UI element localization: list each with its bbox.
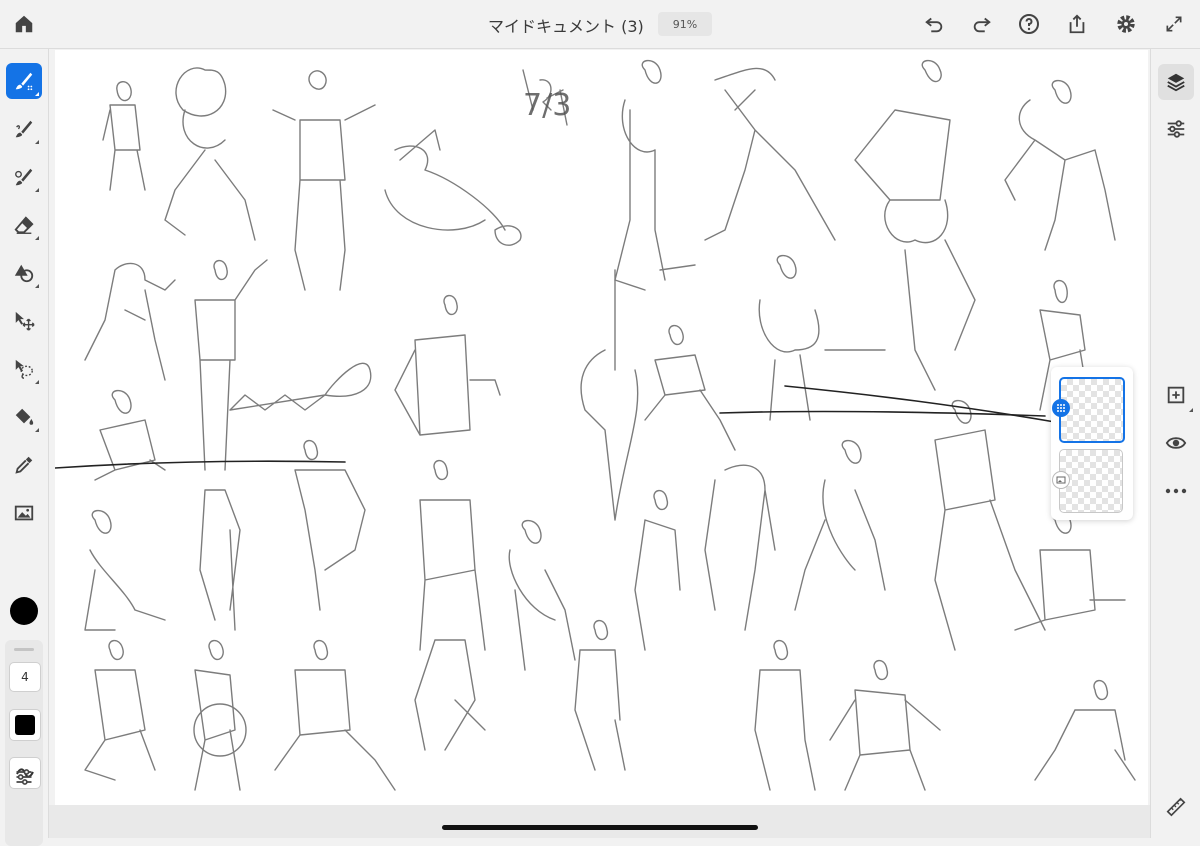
lasso-tool[interactable] <box>6 351 42 387</box>
tool-options-indicator <box>35 380 39 384</box>
undo-icon[interactable] <box>918 8 950 40</box>
layers-icon[interactable] <box>1158 64 1194 100</box>
brush-size-control[interactable]: 4 <box>9 662 41 692</box>
home-indicator[interactable] <box>442 825 758 830</box>
share-icon[interactable] <box>1061 8 1093 40</box>
right-toolbar <box>1150 49 1200 838</box>
redo-icon[interactable] <box>966 8 998 40</box>
gear-icon[interactable] <box>1110 8 1142 40</box>
bottom-strip <box>49 805 1150 838</box>
ruler-icon[interactable] <box>1158 789 1194 825</box>
tool-options-indicator <box>35 140 39 144</box>
tool-options-indicator <box>35 188 39 192</box>
opacity-swatch <box>15 715 35 735</box>
shape-tool[interactable] <box>6 255 42 291</box>
image-tool[interactable] <box>6 495 42 531</box>
left-toolbar: 4 <box>0 49 49 846</box>
tool-options-indicator <box>1189 408 1193 412</box>
image-layer-icon <box>1052 471 1070 489</box>
home-icon[interactable] <box>8 8 40 40</box>
drawing-canvas[interactable]: 7/3 <box>55 50 1148 805</box>
live-brush-tool[interactable] <box>6 111 42 147</box>
eraser-tool[interactable] <box>6 207 42 243</box>
panel-handle[interactable] <box>14 648 34 651</box>
top-bar: マイドキュメント (3) 91% <box>0 0 1200 49</box>
tool-options-indicator <box>35 428 39 432</box>
document-title[interactable]: マイドキュメント (3) <box>488 13 644 37</box>
pixel-layer-icon <box>1052 399 1070 417</box>
date-annotation: 7/3 <box>523 88 571 123</box>
vector-brush-tool[interactable] <box>6 159 42 195</box>
tool-options-indicator <box>35 236 39 240</box>
more-icon[interactable] <box>1158 473 1194 509</box>
zoom-level[interactable]: 91% <box>658 12 712 36</box>
tool-options-indicator <box>35 284 39 288</box>
fullscreen-icon[interactable] <box>1158 8 1190 40</box>
eyedropper-tool[interactable] <box>6 447 42 483</box>
visibility-icon[interactable] <box>1158 425 1194 461</box>
tool-options-indicator <box>35 92 39 96</box>
layers-panel <box>1051 367 1133 520</box>
add-layer-icon[interactable] <box>1158 377 1194 413</box>
pixel-brush-tool[interactable] <box>6 63 42 99</box>
color-swatch[interactable] <box>10 597 38 625</box>
help-icon[interactable] <box>1013 8 1045 40</box>
brush-settings-icon[interactable] <box>6 759 42 795</box>
sketch-artwork: 7/3 <box>55 59 1136 791</box>
transform-tool[interactable] <box>6 303 42 339</box>
opacity-control[interactable] <box>9 709 41 741</box>
properties-icon[interactable] <box>1158 111 1194 147</box>
fill-tool[interactable] <box>6 399 42 435</box>
